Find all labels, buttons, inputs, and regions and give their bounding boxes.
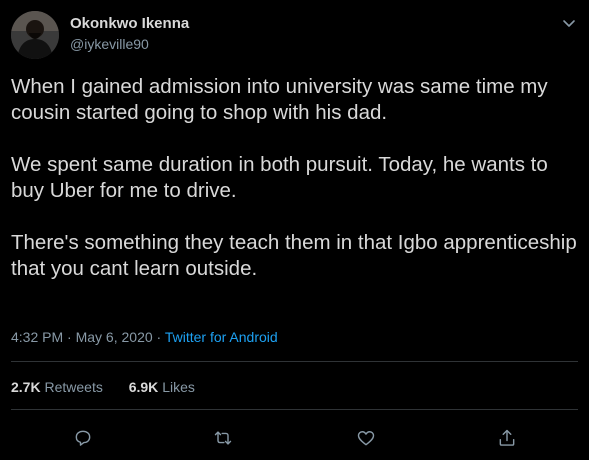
divider xyxy=(11,409,578,410)
likes-stat[interactable]: 6.9K Likes xyxy=(129,379,195,395)
tweet-source-link[interactable]: Twitter for Android xyxy=(165,329,278,345)
likes-label: Likes xyxy=(162,379,195,395)
tweet-stats: 2.7K Retweets 6.9K Likes xyxy=(11,379,217,395)
action-bar xyxy=(0,421,589,453)
retweets-label: Retweets xyxy=(44,379,103,395)
tweet-date[interactable]: May 6, 2020 xyxy=(76,329,153,345)
retweet-icon[interactable] xyxy=(206,421,240,455)
tweet-time[interactable]: 4:32 PM xyxy=(11,329,63,345)
share-icon[interactable] xyxy=(490,421,524,455)
author-name[interactable]: Okonkwo Ikenna xyxy=(70,15,189,32)
tweet-paragraph: We spent same duration in both pursuit. … xyxy=(11,153,548,202)
retweets-stat[interactable]: 2.7K Retweets xyxy=(11,379,103,395)
divider xyxy=(11,361,578,362)
retweets-count: 2.7K xyxy=(11,379,41,395)
meta-separator: · xyxy=(67,329,72,345)
tweet-paragraph: There's something they teach them in tha… xyxy=(11,231,577,280)
avatar[interactable] xyxy=(11,11,59,59)
likes-count: 6.9K xyxy=(128,379,159,395)
reply-icon[interactable] xyxy=(66,421,100,455)
meta-separator: · xyxy=(156,329,162,345)
tweet-text: When I gained admission into university … xyxy=(11,74,579,308)
chevron-down-icon[interactable] xyxy=(562,17,576,31)
heart-icon[interactable] xyxy=(349,421,383,455)
author-handle[interactable]: @iykeville90 xyxy=(70,36,149,52)
tweet-header: Okonkwo Ikenna @iykeville90 xyxy=(11,11,578,61)
tweet-paragraph: When I gained admission into university … xyxy=(11,75,548,124)
tweet-meta: 4:32 PM · May 6, 2020 · Twitter for Andr… xyxy=(11,329,278,345)
